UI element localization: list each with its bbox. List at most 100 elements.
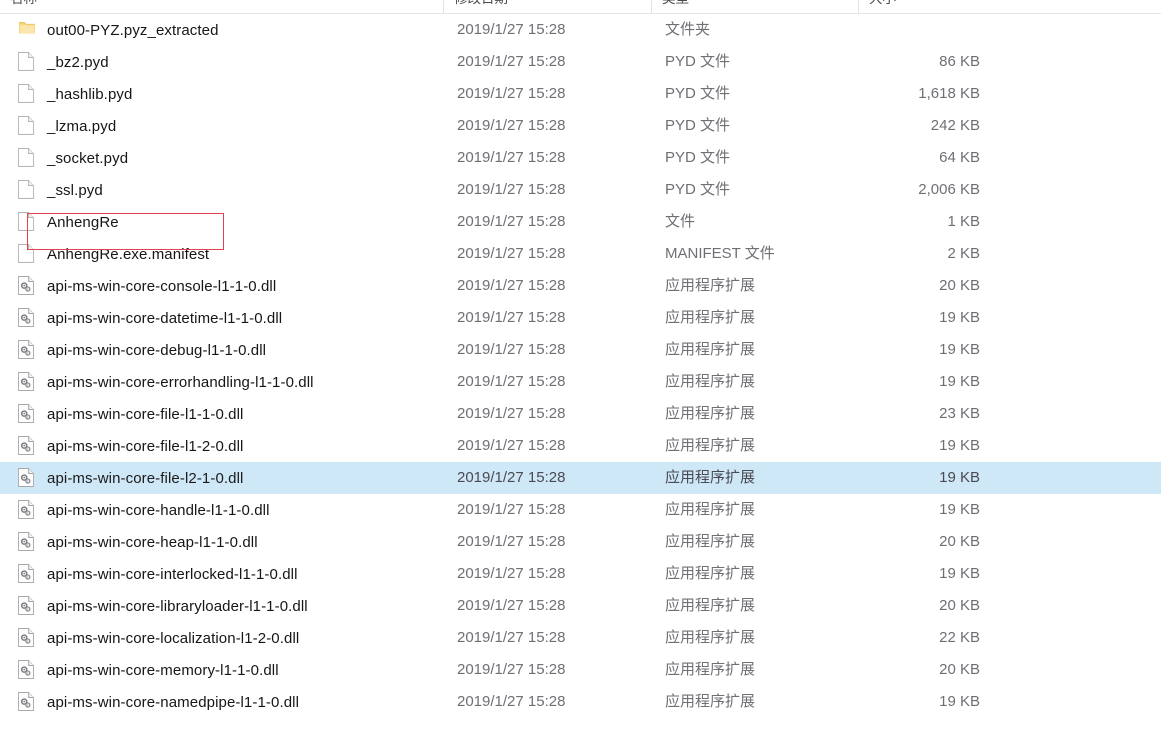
file-icon	[18, 244, 36, 264]
file-row[interactable]: AnhengRe.exe.manifest 2019/1/27 15:28 MANI…	[0, 238, 1161, 270]
file-row[interactable]: out00-PYZ.pyz_extracted 2019/1/27 15:28 文件…	[0, 14, 1161, 46]
file-date-modified-cell: 2019/1/27 15:28	[457, 597, 566, 614]
file-icon	[18, 180, 36, 200]
file-row[interactable]: api-ms-win-core-heap-l1-1-0.dll 2019/1/27…	[0, 526, 1161, 558]
file-name-label: api-ms-win-core-errorhandling-l1-1-0.dll	[47, 373, 314, 391]
file-name-cell[interactable]: api-ms-win-core-namedpipe-l1-1-0.dll	[0, 686, 443, 718]
file-name-cell[interactable]: api-ms-win-core-file-l1-2-0.dll	[0, 430, 443, 462]
column-header-type[interactable]: 类型	[651, 0, 858, 14]
file-name-label: AnhengRe	[47, 213, 119, 231]
file-icon	[18, 116, 36, 136]
file-date-modified-cell: 2019/1/27 15:28	[457, 661, 566, 678]
file-row[interactable]: api-ms-win-core-localization-l1-2-0.dll 2…	[0, 622, 1161, 654]
file-row[interactable]: api-ms-win-core-namedpipe-l1-1-0.dll 2019…	[0, 686, 1161, 718]
file-type-cell: PYD 文件	[665, 181, 731, 198]
file-row[interactable]: _ssl.pyd 2019/1/27 15:28 PYD 文件 2,006 KB	[0, 174, 1161, 206]
file-size-cell: 19 KB	[939, 501, 980, 518]
file-date-modified-cell: 2019/1/27 15:28	[457, 405, 566, 422]
file-name-cell[interactable]: api-ms-win-core-file-l2-1-0.dll	[0, 462, 443, 494]
file-row[interactable]: api-ms-win-core-interlocked-l1-1-0.dll 20…	[0, 558, 1161, 590]
file-name-cell[interactable]: AnhengRe	[0, 206, 443, 238]
file-icon	[18, 148, 36, 168]
file-name-cell[interactable]: AnhengRe.exe.manifest	[0, 238, 443, 270]
file-size-cell: 20 KB	[939, 277, 980, 294]
file-name-cell[interactable]: _bz2.pyd	[0, 46, 443, 78]
file-name-label: api-ms-win-core-console-l1-1-0.dll	[47, 277, 277, 295]
dll-icon	[18, 500, 36, 520]
file-row[interactable]: _bz2.pyd 2019/1/27 15:28 PYD 文件 86 KB	[0, 46, 1161, 78]
dll-icon	[18, 692, 36, 712]
file-name-cell[interactable]: api-ms-win-core-errorhandling-l1-1-0.dll	[0, 366, 443, 398]
file-name-cell[interactable]: api-ms-win-core-file-l1-1-0.dll	[0, 398, 443, 430]
file-row[interactable]: _lzma.pyd 2019/1/27 15:28 PYD 文件 242 KB	[0, 110, 1161, 142]
file-row[interactable]: api-ms-win-core-handle-l1-1-0.dll 2019/1/…	[0, 494, 1161, 526]
file-date-modified-cell: 2019/1/27 15:28	[457, 341, 566, 358]
file-date-modified-cell: 2019/1/27 15:28	[457, 21, 566, 38]
file-icon	[18, 52, 36, 72]
file-row[interactable]: _socket.pyd 2019/1/27 15:28 PYD 文件 64 KB	[0, 142, 1161, 174]
file-name-cell[interactable]: api-ms-win-core-memory-l1-1-0.dll	[0, 654, 443, 686]
file-type-cell: 文件	[665, 213, 696, 230]
column-header-name[interactable]: 名称	[0, 0, 443, 14]
file-name-label: api-ms-win-core-file-l1-2-0.dll	[47, 437, 244, 455]
file-name-label: api-ms-win-core-libraryloader-l1-1-0.dll	[47, 597, 308, 615]
file-name-cell[interactable]: api-ms-win-core-heap-l1-1-0.dll	[0, 526, 443, 558]
dll-icon	[18, 596, 36, 616]
column-header-size[interactable]: 大小	[858, 0, 992, 14]
file-type-cell: 应用程序扩展	[665, 661, 756, 678]
file-date-modified-cell: 2019/1/27 15:28	[457, 85, 566, 102]
file-type-cell: PYD 文件	[665, 85, 731, 102]
file-list: out00-PYZ.pyz_extracted 2019/1/27 15:28 文件…	[0, 14, 1161, 718]
file-name-cell[interactable]: api-ms-win-core-datetime-l1-1-0.dll	[0, 302, 443, 334]
dll-icon	[18, 532, 36, 552]
dll-icon	[18, 340, 36, 360]
dll-icon	[18, 436, 36, 456]
file-name-cell[interactable]: api-ms-win-core-interlocked-l1-1-0.dll	[0, 558, 443, 590]
file-date-modified-cell: 2019/1/27 15:28	[457, 181, 566, 198]
file-name-cell[interactable]: out00-PYZ.pyz_extracted	[0, 14, 443, 46]
file-name-cell[interactable]: _socket.pyd	[0, 142, 443, 174]
file-date-modified-cell: 2019/1/27 15:28	[457, 565, 566, 582]
file-type-cell: 应用程序扩展	[665, 373, 756, 390]
file-size-cell: 22 KB	[939, 629, 980, 646]
file-name-cell[interactable]: api-ms-win-core-libraryloader-l1-1-0.dll	[0, 590, 443, 622]
file-size-cell: 1,618 KB	[918, 85, 980, 102]
file-date-modified-cell: 2019/1/27 15:28	[457, 693, 566, 710]
file-type-cell: 应用程序扩展	[665, 597, 756, 614]
file-size-cell: 1 KB	[947, 213, 980, 230]
column-header-date-modified[interactable]: 修改日期	[443, 0, 651, 14]
file-name-cell[interactable]: _ssl.pyd	[0, 174, 443, 206]
file-name-cell[interactable]: api-ms-win-core-localization-l1-2-0.dll	[0, 622, 443, 654]
file-size-cell: 23 KB	[939, 405, 980, 422]
file-name-label: _ssl.pyd	[47, 181, 103, 199]
file-icon	[18, 84, 36, 104]
file-date-modified-cell: 2019/1/27 15:28	[457, 437, 566, 454]
file-row[interactable]: api-ms-win-core-memory-l1-1-0.dll 2019/1/…	[0, 654, 1161, 686]
file-row[interactable]: api-ms-win-core-debug-l1-1-0.dll 2019/1/2…	[0, 334, 1161, 366]
file-row[interactable]: api-ms-win-core-datetime-l1-1-0.dll 2019/…	[0, 302, 1161, 334]
file-name-cell[interactable]: api-ms-win-core-debug-l1-1-0.dll	[0, 334, 443, 366]
file-row[interactable]: api-ms-win-core-file-l1-2-0.dll 2019/1/27…	[0, 430, 1161, 462]
file-size-cell: 19 KB	[939, 373, 980, 390]
file-name-cell[interactable]: api-ms-win-core-handle-l1-1-0.dll	[0, 494, 443, 526]
file-row[interactable]: api-ms-win-core-file-l1-1-0.dll 2019/1/27…	[0, 398, 1161, 430]
file-name-cell[interactable]: _lzma.pyd	[0, 110, 443, 142]
file-name-cell[interactable]: api-ms-win-core-console-l1-1-0.dll	[0, 270, 443, 302]
file-type-cell: MANIFEST 文件	[665, 245, 775, 262]
file-type-cell: 应用程序扩展	[665, 309, 756, 326]
dll-icon	[18, 372, 36, 392]
file-row[interactable]: AnhengRe 2019/1/27 15:28 文件 1 KB	[0, 206, 1161, 238]
file-row[interactable]: api-ms-win-core-console-l1-1-0.dll 2019/1…	[0, 270, 1161, 302]
file-date-modified-cell: 2019/1/27 15:28	[457, 533, 566, 550]
file-size-cell: 20 KB	[939, 533, 980, 550]
file-row[interactable]: api-ms-win-core-libraryloader-l1-1-0.dll…	[0, 590, 1161, 622]
file-name-cell[interactable]: _hashlib.pyd	[0, 78, 443, 110]
file-size-cell: 19 KB	[939, 693, 980, 710]
file-row[interactable]: _hashlib.pyd 2019/1/27 15:28 PYD 文件 1,618 K…	[0, 78, 1161, 110]
file-name-label: out00-PYZ.pyz_extracted	[47, 21, 219, 39]
file-size-cell	[858, 14, 980, 46]
file-type-cell: 应用程序扩展	[665, 533, 756, 550]
file-name-label: AnhengRe.exe.manifest	[47, 245, 210, 263]
file-row[interactable]: api-ms-win-core-errorhandling-l1-1-0.dll…	[0, 366, 1161, 398]
file-row[interactable]: api-ms-win-core-file-l2-1-0.dll 2019/1/27…	[0, 462, 1161, 494]
